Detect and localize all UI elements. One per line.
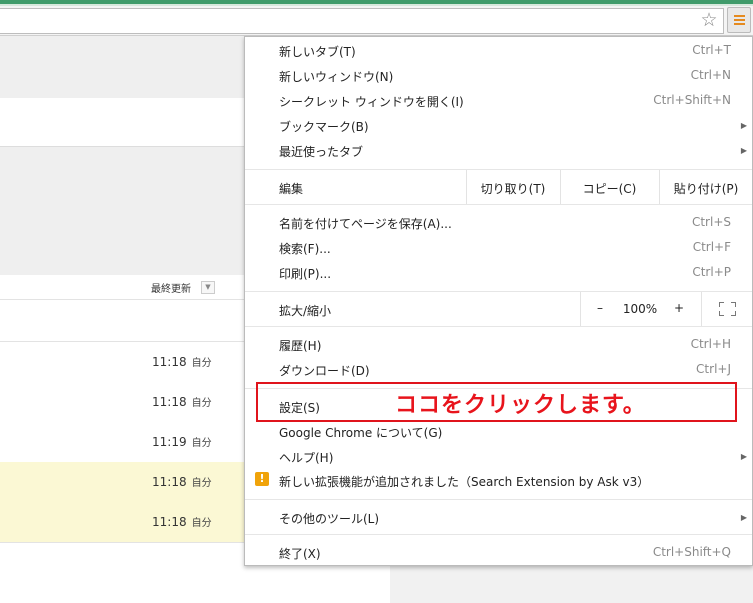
row-time: 11:18 [152,515,187,529]
row-time: 11:18 [152,395,187,409]
zoom-in-button[interactable]: + [669,301,689,315]
menu-item-new-tab[interactable]: 新しいタブ(T) [279,43,356,60]
menu-item-recent-tabs[interactable]: 最近使ったタブ [279,143,363,160]
table-row[interactable]: 11:18 自分 [0,342,244,383]
row-owner: 自分 [191,398,212,409]
menu-item-more-tools[interactable]: その他のツール(L) [279,510,379,527]
menu-item-find[interactable]: 検索(F)... [279,240,331,257]
menu-item-exit[interactable]: 終了(X) [279,545,321,562]
menu-item-zoom: 拡大/縮小 [279,304,332,318]
zoom-divider [580,292,581,326]
chrome-main-menu: 新しいタブ(T) Ctrl+T 新しいウィンドウ(N) Ctrl+N シークレッ… [244,36,753,566]
menu-separator [245,499,752,500]
page-grey-section [0,147,244,275]
shortcut-downloads: Ctrl+J [696,362,731,376]
shortcut-save-page: Ctrl+S [691,215,731,229]
warning-icon: ! [255,472,269,486]
shortcut-find: Ctrl+F [692,240,731,254]
submenu-arrow-icon: ▶ [740,452,747,461]
column-header-last-modified[interactable]: 最終更新 [151,280,191,295]
shortcut-print: Ctrl+P [692,265,731,279]
menu-item-bookmarks[interactable]: ブックマーク(B) [279,118,369,135]
row-time: 11:18 [152,475,187,489]
table-row[interactable]: 11:18 自分 [0,382,244,423]
page-header-band [0,36,244,98]
zoom-divider [701,292,702,326]
submenu-arrow-icon: ▶ [740,121,747,130]
fullscreen-icon[interactable] [719,302,736,316]
edit-copy-button[interactable]: コピー(C) [561,180,658,197]
row-time: 11:19 [152,435,187,449]
row-owner: 自分 [191,358,212,369]
submenu-arrow-icon: ▶ [740,146,747,155]
table-row[interactable]: 11:19 自分 [0,422,244,463]
menu-item-incognito[interactable]: シークレット ウィンドウを開く(I) [279,93,464,110]
table-row[interactable]: 11:18 自分 [0,462,244,503]
annotation-text: ココをクリックします。 [395,393,646,418]
zoom-level: 100% [622,302,658,316]
menu-item-history[interactable]: 履歴(H) [279,337,321,354]
hamburger-menu-icon[interactable] [727,7,751,33]
menu-item-about[interactable]: Google Chrome について(G) [279,424,442,441]
page-blank-row [0,98,244,147]
address-bar[interactable] [0,8,724,34]
shortcut-new-tab: Ctrl+T [692,43,731,57]
row-owner: 自分 [191,438,212,449]
menu-separator [245,204,752,205]
menu-item-downloads[interactable]: ダウンロード(D) [279,362,370,379]
menu-separator [245,534,752,535]
menu-item-extension-notice[interactable]: 新しい拡張機能が追加されました（Search Extension by Ask … [279,473,649,490]
submenu-arrow-icon: ▶ [740,513,747,522]
edit-cut-button[interactable]: 切り取り(T) [467,180,559,197]
toolbar: ☆ [0,6,753,36]
row-time: 11:18 [152,355,187,369]
menu-item-save-page[interactable]: 名前を付けてページを保存(A)... [279,215,452,232]
menu-separator [245,291,752,292]
zoom-out-button[interactable]: – [590,301,610,315]
row-owner: 自分 [191,518,212,529]
shortcut-incognito: Ctrl+Shift+N [653,93,731,107]
menu-item-help[interactable]: ヘルプ(H) [279,449,333,466]
menu-item-print[interactable]: 印刷(P)... [279,265,331,282]
table-row[interactable]: 11:18 自分 [0,502,244,543]
shortcut-exit: Ctrl+Shift+Q [652,545,731,559]
menu-separator [245,326,752,327]
shortcut-history: Ctrl+H [690,337,731,351]
sort-dropdown-icon[interactable]: ▼ [201,281,215,294]
shortcut-new-window: Ctrl+N [690,68,731,82]
row-owner: 自分 [191,478,212,489]
star-icon[interactable]: ☆ [698,9,720,31]
menu-item-edit: 編集 [279,182,304,196]
table-header-row [0,301,244,342]
menu-item-new-window[interactable]: 新しいウィンドウ(N) [279,68,393,85]
edit-paste-button[interactable]: 貼り付け(P) [660,180,752,197]
menu-separator [245,169,752,170]
